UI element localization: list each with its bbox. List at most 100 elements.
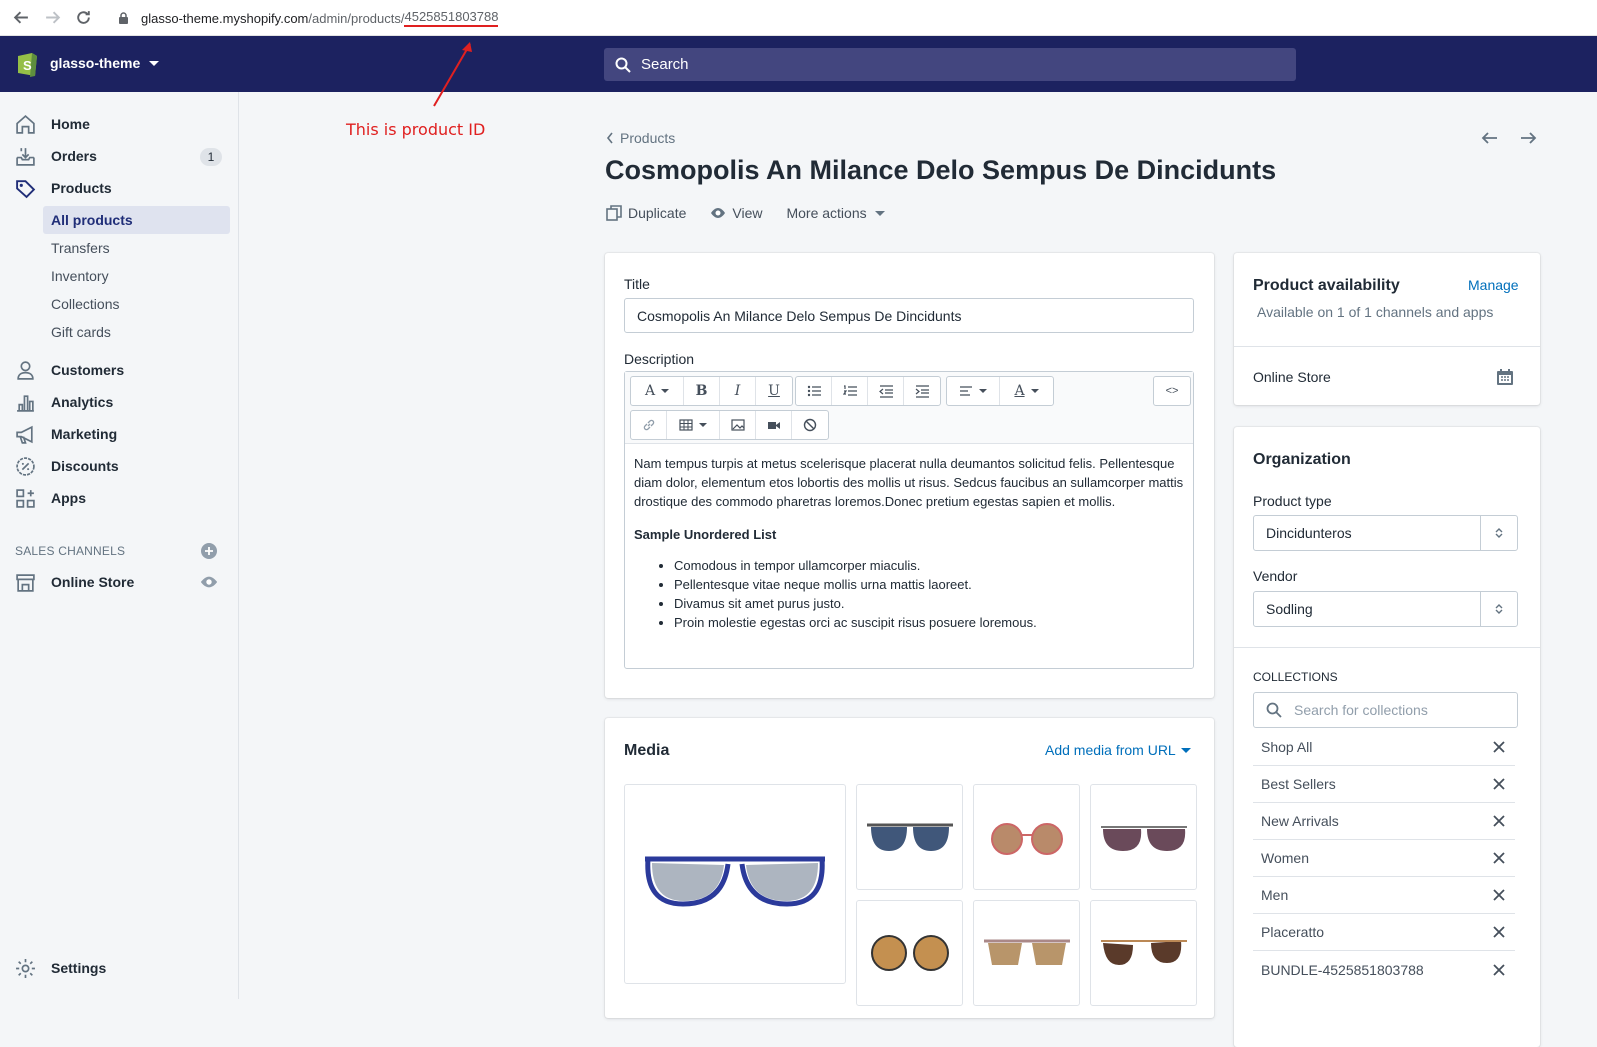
store-switcher[interactable]: glasso-theme [50, 55, 160, 71]
remove-icon[interactable] [1493, 778, 1505, 790]
sidebar-item-label: Analytics [51, 394, 114, 410]
video-button[interactable] [756, 411, 792, 439]
breadcrumb[interactable]: Products [606, 130, 675, 146]
bullet-list-button[interactable] [796, 377, 832, 405]
bold-button[interactable]: B [684, 377, 720, 405]
remove-icon[interactable] [1493, 926, 1505, 938]
title-input-value: Cosmopolis An Milance Delo Sempus De Din… [637, 307, 962, 324]
back-icon[interactable] [11, 8, 31, 28]
image-button[interactable] [720, 411, 756, 439]
sidebar-item-home[interactable]: Home [0, 108, 239, 140]
sidebar-subitem-all-products[interactable]: All products [43, 206, 230, 234]
remove-icon[interactable] [1493, 815, 1505, 827]
page-actions: Duplicate View More actions [606, 205, 909, 221]
vendor-input[interactable]: Sodling [1253, 591, 1518, 627]
media-thumbnail[interactable] [856, 784, 963, 890]
description-editor[interactable]: A B I U A <> Nam tempus turpis at metus … [624, 371, 1194, 669]
add-channel-icon[interactable] [201, 543, 217, 559]
align-button[interactable] [947, 377, 1000, 405]
title-input[interactable]: Cosmopolis An Milance Delo Sempus De Din… [624, 298, 1194, 333]
remove-icon[interactable] [1493, 889, 1505, 901]
select-arrows-icon[interactable] [1480, 516, 1517, 550]
indent-button[interactable] [904, 377, 940, 405]
more-actions-button[interactable]: More actions [786, 205, 885, 221]
numbered-list-button[interactable] [832, 377, 868, 405]
reload-icon[interactable] [73, 8, 93, 28]
editor-content[interactable]: Nam tempus turpis at metus scelerisque p… [634, 454, 1184, 632]
collection-tag: Best Sellers [1253, 766, 1515, 803]
availability-subtitle: Available on 1 of 1 channels and apps [1257, 304, 1494, 320]
collections-search-input[interactable]: Search for collections [1253, 692, 1518, 728]
underline-button[interactable]: U [756, 377, 792, 405]
vendor-value: Sodling [1266, 601, 1313, 617]
show-html-button[interactable]: <> [1154, 377, 1190, 405]
media-thumbnail[interactable] [973, 900, 1080, 1006]
italic-button[interactable]: I [720, 377, 756, 405]
admin-topbar: S glasso-theme Search [0, 36, 1597, 92]
media-thumbnail[interactable] [1090, 900, 1197, 1006]
annotation-arrow [433, 42, 472, 107]
link-icon [643, 419, 654, 431]
remove-icon[interactable] [1493, 963, 1505, 976]
media-thumbnail[interactable] [1090, 784, 1197, 890]
sidebar-item-customers[interactable]: Customers [0, 354, 239, 386]
bullet-list-icon [807, 385, 821, 397]
numbered-list-icon [842, 385, 857, 396]
search-input[interactable]: Search [604, 48, 1296, 81]
manage-channels-link[interactable]: Manage [1468, 277, 1519, 293]
eye-icon [711, 208, 726, 218]
align-left-icon [960, 386, 972, 396]
sidebar-subitem-inventory[interactable]: Inventory [43, 262, 230, 290]
media-thumbnail[interactable] [856, 900, 963, 1006]
table-button[interactable] [667, 411, 720, 439]
forward-icon[interactable] [42, 8, 62, 28]
collection-tag: New Arrivals [1253, 803, 1515, 840]
collection-name: Men [1261, 887, 1289, 903]
list-group [795, 376, 941, 406]
sidebar-item-online-store[interactable]: Online Store [0, 566, 239, 598]
sidebar-item-label: Settings [51, 960, 107, 976]
previous-product-icon[interactable] [1480, 128, 1500, 148]
media-thumbnail[interactable] [973, 784, 1080, 890]
link-button[interactable] [631, 411, 667, 439]
font-style-button[interactable]: A [631, 377, 684, 405]
collection-name: BUNDLE-4525851803788 [1261, 961, 1424, 978]
breadcrumb-products: Products [620, 130, 676, 146]
megaphone-icon [16, 425, 33, 444]
sidebar-item-apps[interactable]: Apps [0, 482, 239, 514]
sidebar-subitem-transfers[interactable]: Transfers [43, 234, 230, 262]
address-bar[interactable]: glasso-theme.myshopify.com/admin/product… [118, 9, 499, 27]
next-product-icon[interactable] [1518, 128, 1538, 148]
calendar-icon[interactable] [1496, 368, 1514, 386]
duplicate-button[interactable]: Duplicate [606, 205, 686, 221]
view-button[interactable]: View [710, 205, 762, 221]
remove-icon[interactable] [1493, 741, 1505, 753]
sidebar-subitem-gift-cards[interactable]: Gift cards [43, 318, 230, 346]
sunglasses-image-icon [870, 935, 949, 971]
media-title: Media [624, 742, 670, 759]
collection-tag: Placeratto [1253, 914, 1515, 951]
text-color-button[interactable]: A [1000, 377, 1053, 405]
orders-icon [16, 147, 35, 166]
eye-icon[interactable] [200, 573, 218, 591]
caret-down-icon [699, 423, 707, 427]
sidebar-item-marketing[interactable]: Marketing [0, 418, 239, 450]
home-icon [16, 114, 35, 134]
product-type-input[interactable]: Dincidunteros [1253, 515, 1518, 551]
sidebar-item-products[interactable]: Products [0, 172, 239, 204]
select-arrows-icon[interactable] [1480, 592, 1517, 626]
outdent-button[interactable] [868, 377, 904, 405]
sidebar-item-label: Discounts [51, 458, 119, 474]
caret-down-icon [1030, 389, 1039, 393]
url-product-id: 4525851803788 [404, 9, 499, 27]
sidebar-item-orders[interactable]: Orders 1 [0, 140, 239, 172]
sidebar-item-settings[interactable]: Settings [0, 952, 239, 984]
sidebar-item-analytics[interactable]: Analytics [0, 386, 239, 418]
sidebar-item-discounts[interactable]: Discounts [0, 450, 239, 482]
remove-icon[interactable] [1493, 852, 1505, 864]
shopify-logo-icon: S [18, 53, 37, 77]
clear-format-button[interactable] [792, 411, 828, 439]
media-thumbnail-main[interactable] [624, 784, 846, 984]
add-media-url-button[interactable]: Add media from URL [1045, 742, 1191, 758]
sidebar-subitem-collections[interactable]: Collections [43, 290, 230, 318]
